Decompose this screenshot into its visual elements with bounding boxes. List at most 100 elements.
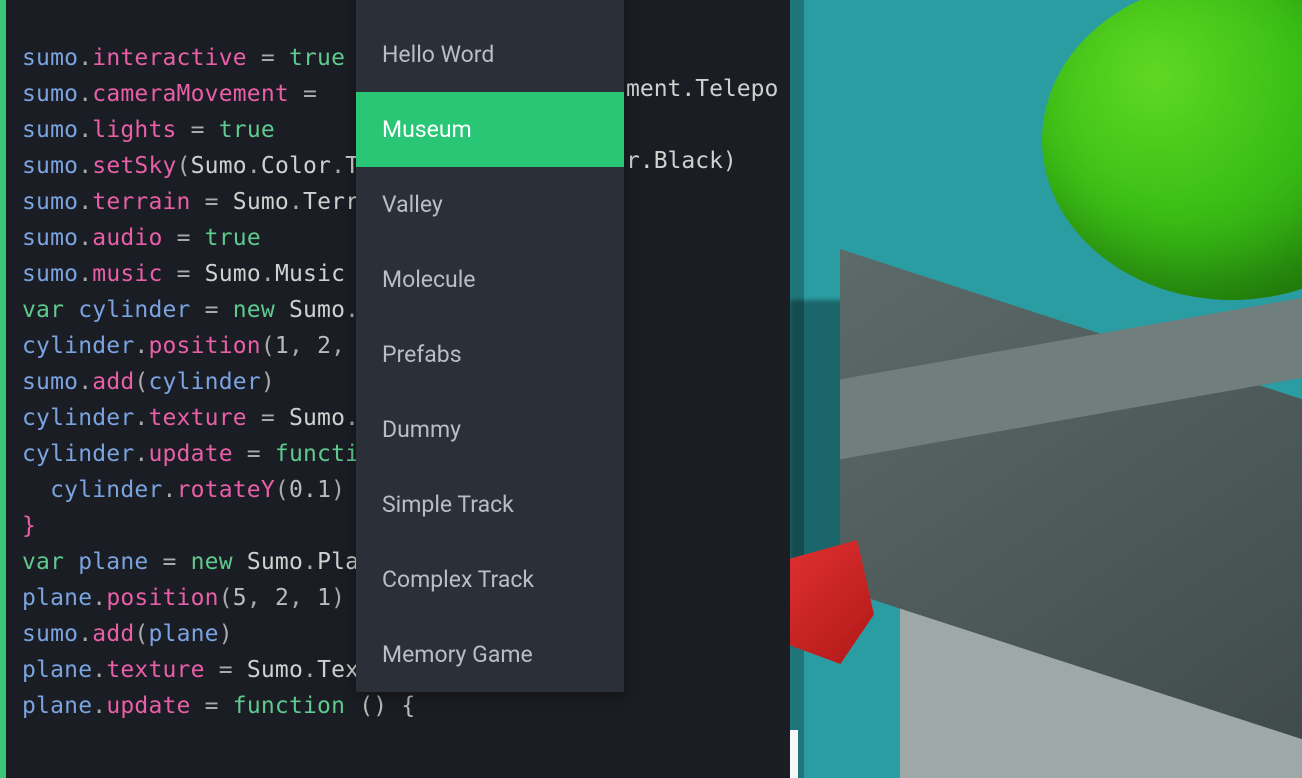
code-token-prop: add xyxy=(92,621,134,647)
code-token-prop: rotateY xyxy=(177,477,275,503)
code-token-prop: update xyxy=(148,441,232,467)
code-token-punc: ) xyxy=(261,369,275,395)
code-token-prop: position xyxy=(106,585,218,611)
code-token-punc: . xyxy=(163,477,177,503)
code-token-var: cylinder xyxy=(22,441,134,467)
gutter-highlight xyxy=(0,0,6,778)
code-token-punc: . xyxy=(78,45,92,71)
code-token-str xyxy=(22,477,50,503)
code-token-var: sumo xyxy=(22,81,78,107)
code-token-num: 2 xyxy=(275,585,289,611)
code-token-var: sumo xyxy=(22,369,78,395)
code-token-kw: new xyxy=(233,297,289,323)
code-token-num: 1 xyxy=(275,333,289,359)
code-token-punc: . xyxy=(134,333,148,359)
code-token-punc: . xyxy=(78,261,92,287)
code-token-punc: . xyxy=(92,693,106,719)
code-token-punc: . xyxy=(78,189,92,215)
code-token-var: sumo xyxy=(22,621,78,647)
code-token-kw: var xyxy=(22,297,78,323)
code-token-punc: ( xyxy=(134,621,148,647)
code-token-var: sumo xyxy=(22,153,78,179)
code-token-punc: . xyxy=(78,81,92,107)
code-token-eq: = xyxy=(177,117,219,143)
code-token-punc: . xyxy=(247,153,261,179)
code-token-brace: } xyxy=(22,513,36,539)
dropdown-item-memory-game[interactable]: Memory Game xyxy=(356,617,624,692)
code-token-punc: . xyxy=(92,657,106,683)
viewport-cursor-bar xyxy=(790,730,798,778)
code-editor-panel: sumo.interactive = truesumo.cameraMoveme… xyxy=(0,0,790,778)
code-token-var: cylinder xyxy=(78,297,190,323)
code-token-prop: setSky xyxy=(92,153,176,179)
code-token-kw: function xyxy=(233,693,345,719)
dropdown-item-molecule[interactable]: Molecule xyxy=(356,242,624,317)
code-token-prop: music xyxy=(92,261,162,287)
code-token-prop: update xyxy=(106,693,190,719)
code-token-var: sumo xyxy=(22,45,78,71)
code-token-punc: . xyxy=(289,189,303,215)
code-token-punc: ( xyxy=(219,585,233,611)
dropdown-item-dummy[interactable]: Dummy xyxy=(356,392,624,467)
code-token-prop: audio xyxy=(92,225,162,251)
code-token-type: Sumo xyxy=(205,261,261,287)
code-token-punc: . xyxy=(78,117,92,143)
code-line[interactable]: plane.update = function () { xyxy=(22,688,415,724)
dropdown-item-museum[interactable]: Museum xyxy=(356,92,624,167)
code-token-prop: terrain xyxy=(92,189,190,215)
code-token-eq: = xyxy=(247,405,289,431)
code-token-prop: add xyxy=(92,369,134,395)
code-token-var: cylinder xyxy=(50,477,162,503)
code-token-prop: texture xyxy=(106,657,204,683)
code-token-punc: , xyxy=(289,333,317,359)
dropdown-item-valley[interactable]: Valley xyxy=(356,167,624,242)
code-token-var: plane xyxy=(22,657,92,683)
code-token-prop: position xyxy=(148,333,260,359)
dropdown-item-prefabs[interactable]: Prefabs xyxy=(356,317,624,392)
code-token-punc: . xyxy=(78,369,92,395)
code-token-var: sumo xyxy=(22,189,78,215)
code-token-bool: true xyxy=(219,117,275,143)
code-token-kw: var xyxy=(22,549,78,575)
code-token-kw: new xyxy=(191,549,247,575)
code-token-str: () { xyxy=(345,693,415,719)
code-token-num: 1 xyxy=(317,585,331,611)
3d-viewport[interactable] xyxy=(790,0,1302,778)
dropdown-item-hello-word[interactable]: Hello Word xyxy=(356,17,624,92)
code-token-num: 5 xyxy=(233,585,247,611)
code-token-var: cylinder xyxy=(148,369,260,395)
code-token-eq: = xyxy=(191,189,233,215)
code-token-punc: . xyxy=(78,153,92,179)
code-token-prop: cameraMovement xyxy=(92,81,289,107)
code-token-var: plane xyxy=(22,585,92,611)
code-token-punc: . xyxy=(331,153,345,179)
code-token-type: Sumo xyxy=(247,657,303,683)
dropdown-item-empty-project[interactable]: Empty Project xyxy=(356,0,624,17)
code-token-var: plane xyxy=(78,549,148,575)
code-token-type: Sumo xyxy=(191,153,247,179)
code-token-punc: , xyxy=(289,585,317,611)
code-token-bool: true xyxy=(205,225,261,251)
code-token-type: Sumo xyxy=(289,297,345,323)
dropdown-item-complex-track[interactable]: Complex Track xyxy=(356,542,624,617)
code-token-type: Music xyxy=(275,261,345,287)
code-token-bool: true xyxy=(289,45,345,71)
dropdown-item-simple-track[interactable]: Simple Track xyxy=(356,467,624,542)
code-token-eq: = xyxy=(163,261,205,287)
code-token-punc: . xyxy=(134,441,148,467)
code-token-punc: . xyxy=(303,549,317,575)
code-token-punc: . xyxy=(134,405,148,431)
code-token-type: Sumo xyxy=(247,549,303,575)
code-token-type: Sumo xyxy=(233,189,289,215)
code-token-eq: = xyxy=(163,225,205,251)
code-token-punc: ) xyxy=(219,621,233,647)
code-token-punc: ) xyxy=(331,585,345,611)
code-token-prop: interactive xyxy=(92,45,247,71)
code-token-punc: ( xyxy=(275,477,289,503)
code-token-var: sumo xyxy=(22,225,78,251)
code-token-punc: ( xyxy=(177,153,191,179)
code-token-eq: = xyxy=(233,441,275,467)
code-token-eq: = xyxy=(148,549,190,575)
project-template-dropdown[interactable]: Empty ProjectHello WordMuseumValleyMolec… xyxy=(356,0,624,692)
code-token-type: Sumo xyxy=(289,405,345,431)
